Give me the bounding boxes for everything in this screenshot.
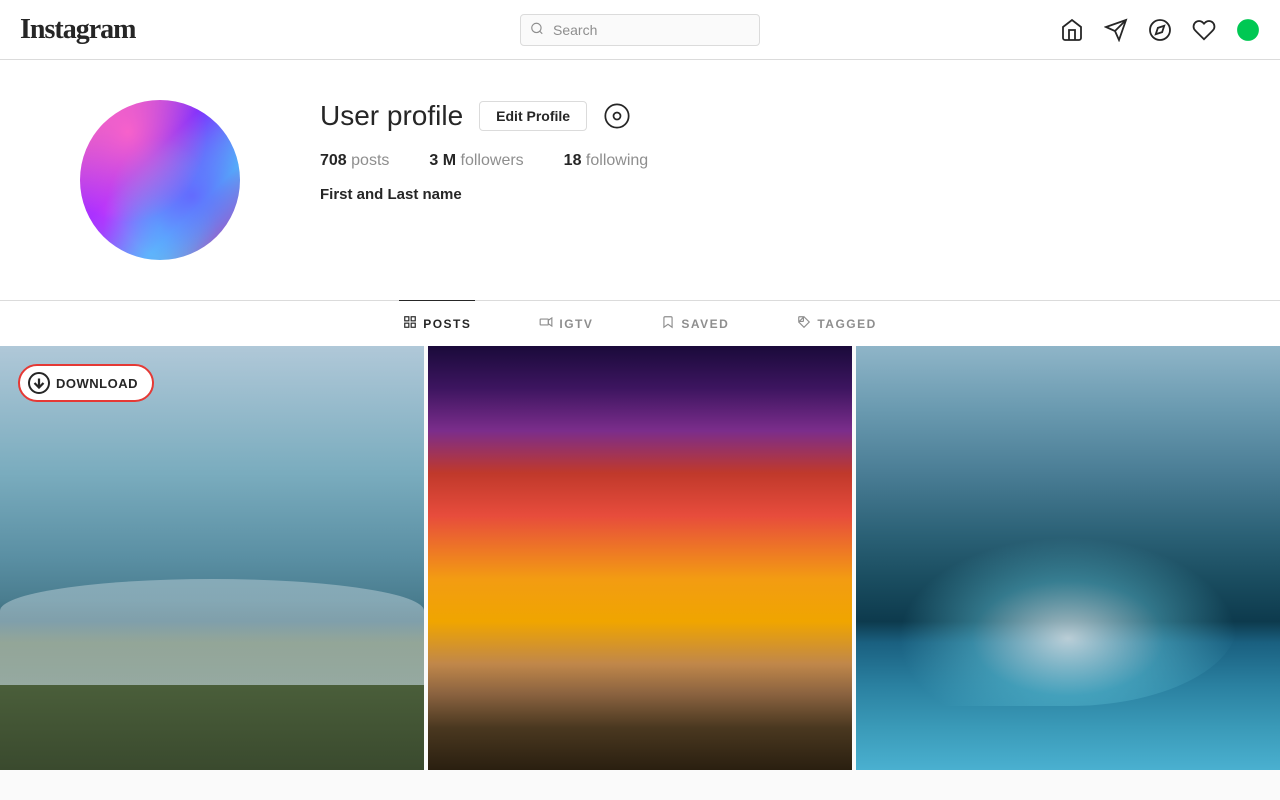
- tab-posts[interactable]: POSTS: [399, 300, 475, 346]
- send-icon[interactable]: [1104, 18, 1128, 42]
- tab-tagged-label: TAGGED: [817, 317, 876, 331]
- profile-username: User profile: [320, 100, 463, 132]
- tabs-bar: POSTS IGTV SAVED TAGGED: [0, 300, 1280, 346]
- avatar-wrap: [80, 100, 240, 260]
- wave-image: [856, 346, 1280, 770]
- download-circle-icon: [28, 372, 50, 394]
- tab-saved-label: SAVED: [681, 317, 729, 331]
- grid-item-3[interactable]: [856, 346, 1280, 770]
- avatar: [80, 100, 240, 260]
- search-icon: [530, 21, 544, 38]
- header-nav: [1060, 18, 1260, 42]
- download-label: DOWNLOAD: [56, 376, 138, 391]
- posts-grid: DOWNLOAD: [0, 346, 1280, 770]
- grid-item-1[interactable]: DOWNLOAD: [0, 346, 424, 770]
- settings-icon[interactable]: [603, 102, 631, 130]
- header: Instagram: [0, 0, 1280, 60]
- search-input[interactable]: [520, 14, 760, 46]
- igtv-icon: [539, 315, 553, 332]
- bookmark-icon: [661, 315, 675, 332]
- tab-posts-label: POSTS: [423, 317, 471, 331]
- stat-following: 18 following: [564, 152, 649, 170]
- sunset-image: [428, 346, 852, 770]
- heart-icon[interactable]: [1192, 18, 1216, 42]
- tab-igtv-label: IGTV: [559, 317, 593, 331]
- profile-info: User profile Edit Profile 708 posts 3 M …: [320, 100, 1240, 203]
- profile-stats: 708 posts 3 M followers 18 following: [320, 152, 1240, 170]
- profile-section: User profile Edit Profile 708 posts 3 M …: [0, 60, 1280, 300]
- grid-item-2[interactable]: [428, 346, 852, 770]
- explore-icon[interactable]: [1148, 18, 1172, 42]
- tab-saved[interactable]: SAVED: [657, 300, 733, 346]
- coastal-image: [0, 346, 424, 770]
- download-button[interactable]: DOWNLOAD: [18, 364, 154, 402]
- tag-icon: [797, 315, 811, 332]
- tab-igtv[interactable]: IGTV: [535, 300, 597, 346]
- download-nav-icon[interactable]: [1236, 18, 1260, 42]
- profile-full-name: First and Last name: [320, 186, 1240, 203]
- logo: Instagram: [20, 14, 220, 46]
- search-bar: [520, 14, 760, 46]
- stat-posts: 708 posts: [320, 152, 389, 170]
- edit-profile-button[interactable]: Edit Profile: [479, 101, 587, 131]
- home-icon[interactable]: [1060, 18, 1084, 42]
- stat-followers: 3 M followers: [429, 152, 523, 170]
- grid-icon: [403, 315, 417, 332]
- profile-top: User profile Edit Profile: [320, 100, 1240, 132]
- tab-tagged[interactable]: TAGGED: [793, 300, 880, 346]
